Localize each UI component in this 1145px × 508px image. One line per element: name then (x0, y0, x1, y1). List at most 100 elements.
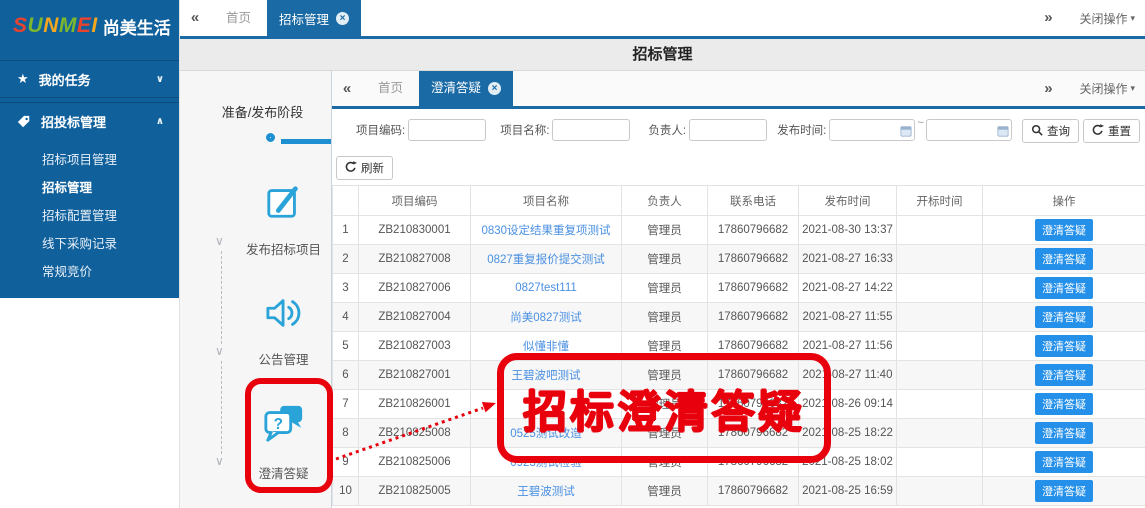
step-label: 发布招标项目 (246, 239, 321, 258)
clarify-answer-button[interactable]: 澄清答疑 (1035, 451, 1093, 473)
clarify-answer-button[interactable]: 澄清答疑 (1035, 364, 1093, 386)
rail-dashed-line (221, 251, 222, 344)
close-operations-dropdown[interactable]: 关闭操作 ▾ (1079, 80, 1135, 97)
phone-cell: 17860796682 (708, 390, 799, 419)
phone-cell: 17860796682 (708, 477, 799, 506)
step-publish-project[interactable]: 发布招标项目 (235, 183, 332, 258)
action-cell: 澄清答疑 (983, 216, 1145, 245)
project-name-link[interactable]: 尚美0827测试 (510, 312, 582, 324)
owner-cell: 管理员 (622, 216, 708, 245)
sidebar: SUNMEI 尚美生活 ★ 我的任务 ∨ 招投标管理 ∧ 招标项目管理 招标管理… (0, 0, 180, 508)
rail-dashed-line (221, 361, 222, 454)
refresh-icon (345, 161, 357, 176)
tab-bidding-management[interactable]: 招标管理 × (267, 0, 361, 36)
owner-input[interactable] (689, 119, 767, 141)
collapse-left-icon[interactable]: « (180, 0, 210, 36)
rail-chevron-icon: ∨ (215, 454, 224, 468)
clarify-answer-button[interactable]: 澄清答疑 (1035, 422, 1093, 444)
inner-tab-bar: « 首页 澄清答疑 × » 关闭操作 ▾ (332, 71, 1145, 109)
close-operations-dropdown[interactable]: 关闭操作 ▾ (1079, 10, 1135, 27)
publish-time-cell: 2021-08-25 18:22 (799, 419, 897, 448)
calendar-icon[interactable] (900, 124, 912, 142)
close-icon[interactable]: × (488, 82, 501, 95)
row-index-cell: 5 (333, 332, 359, 361)
bidding-management-screen: SUNMEI 尚美生活 ★ 我的任务 ∨ 招投标管理 ∧ 招标项目管理 招标管理… (0, 0, 1145, 508)
open-time-cell (897, 361, 983, 390)
outer-tabbar-right: » 关闭操作 ▾ (1033, 0, 1145, 36)
header-publish-time: 发布时间 (799, 186, 897, 216)
project-name-label: 项目名称: (500, 122, 549, 138)
query-button[interactable]: 查询 (1022, 119, 1079, 143)
project-code-label: 项目编码: (356, 122, 405, 138)
sidebar-item-bid-mgmt[interactable]: 招标管理 (0, 174, 179, 202)
phone-cell: 17860796682 (708, 332, 799, 361)
refresh-button[interactable]: 刷新 (336, 156, 393, 180)
header-project-name: 项目名称 (471, 186, 622, 216)
open-time-cell (897, 245, 983, 274)
row-index-cell: 2 (333, 245, 359, 274)
open-time-cell (897, 448, 983, 477)
project-name-link[interactable]: 似懂非懂 (523, 341, 569, 353)
reset-button[interactable]: 重置 (1083, 119, 1140, 143)
project-name-link[interactable]: 0525测试改造 (510, 428, 582, 440)
project-code-cell: ZB210825006 (359, 448, 471, 477)
publish-time-cell: 2021-08-27 16:33 (799, 245, 897, 274)
phone-cell: 17860796682 (708, 448, 799, 477)
sidebar-item-normal-auction[interactable]: 常规竞价 (0, 258, 179, 286)
open-time-cell (897, 332, 983, 361)
project-code-cell: ZB210827006 (359, 274, 471, 303)
clarify-answer-button[interactable]: 澄清答疑 (1035, 219, 1093, 241)
clarify-answer-button[interactable]: 澄清答疑 (1035, 277, 1093, 299)
publish-time-label: 发布时间: (777, 122, 826, 138)
clarify-answer-button[interactable]: 澄清答疑 (1035, 335, 1093, 357)
clarify-answer-button[interactable]: 澄清答疑 (1035, 480, 1093, 502)
clarify-answer-button[interactable]: 澄清答疑 (1035, 248, 1093, 270)
sidebar-section-my-tasks[interactable]: ★ 我的任务 ∨ (0, 60, 179, 98)
tab-home-inner[interactable]: 首页 (362, 71, 419, 106)
project-name-link[interactable]: 0827test111 (515, 282, 577, 294)
project-name-link[interactable]: 0830设定结果重复项测试 (481, 225, 610, 237)
tab-clarify-answer[interactable]: 澄清答疑 × (419, 71, 513, 106)
row-index-cell: 6 (333, 361, 359, 390)
projects-table: 项目编码 项目名称 负责人 联系电话 发布时间 开标时间 操作 1ZB21083… (332, 185, 1145, 506)
expand-right-icon[interactable]: » (1033, 0, 1063, 36)
close-icon[interactable]: × (336, 12, 349, 25)
step-announcement-mgmt[interactable]: 公告管理 (235, 295, 332, 368)
sidebar-section-bidding-mgmt[interactable]: 招投标管理 ∧ (0, 102, 179, 140)
open-time-cell (897, 274, 983, 303)
table-row: 6ZB210827001王碧波吧测试管理员178607966822021-08-… (333, 361, 1145, 390)
project-name-input[interactable] (552, 119, 630, 141)
action-cell: 澄清答疑 (983, 245, 1145, 274)
sidebar-item-bid-config[interactable]: 招标配置管理 (0, 202, 179, 230)
refresh-row: 刷新 (336, 156, 393, 180)
project-name-link[interactable]: 王碧波吧测试 (512, 370, 581, 382)
project-name-link[interactable]: 0827重复报价提交测试 (487, 254, 605, 266)
owner-cell: 管理员 (622, 245, 708, 274)
project-name-cell: 尚美0827测试 (471, 303, 622, 332)
tab-home-outer[interactable]: 首页 (210, 0, 267, 36)
row-index-cell: 4 (333, 303, 359, 332)
stage-label: 准备/发布阶段 (180, 102, 331, 121)
page-title-bar: 招标管理 (180, 39, 1145, 71)
project-code-input[interactable] (408, 119, 486, 141)
clarify-answer-button[interactable]: 澄清答疑 (1035, 306, 1093, 328)
project-name-link[interactable]: 王碧波测试 (517, 486, 575, 498)
section-label: 我的任务 (39, 70, 91, 89)
collapse-left-icon[interactable]: « (332, 71, 362, 106)
project-name-cell: 0923测试检验 (471, 448, 622, 477)
logo-sunmei-text: SUNMEI (13, 14, 98, 38)
step-label: 澄清答疑 (258, 463, 308, 482)
clarify-answer-button[interactable]: 澄清答疑 (1035, 393, 1093, 415)
chevron-up-icon: ∧ (156, 116, 164, 127)
calendar-icon[interactable] (997, 124, 1009, 142)
project-name-link[interactable]: 0923测试检验 (510, 457, 582, 469)
sidebar-submenu: 招标项目管理 招标管理 招标配置管理 线下采购记录 常规竞价 (0, 140, 179, 286)
table-row: 5ZB210827003似懂非懂管理员178607966822021-08-27… (333, 332, 1145, 361)
clarify-panel: « 首页 澄清答疑 × » 关闭操作 ▾ (332, 71, 1145, 508)
sidebar-item-project-mgmt[interactable]: 招标项目管理 (0, 146, 179, 174)
project-name-cell: 0830设定结果重复项测试 (471, 216, 622, 245)
sidebar-item-offline-purchase[interactable]: 线下采购记录 (0, 230, 179, 258)
step-clarify-answer[interactable]: ? 澄清答疑 (235, 403, 332, 482)
expand-right-icon[interactable]: » (1033, 71, 1063, 106)
project-code-cell: ZB210827003 (359, 332, 471, 361)
